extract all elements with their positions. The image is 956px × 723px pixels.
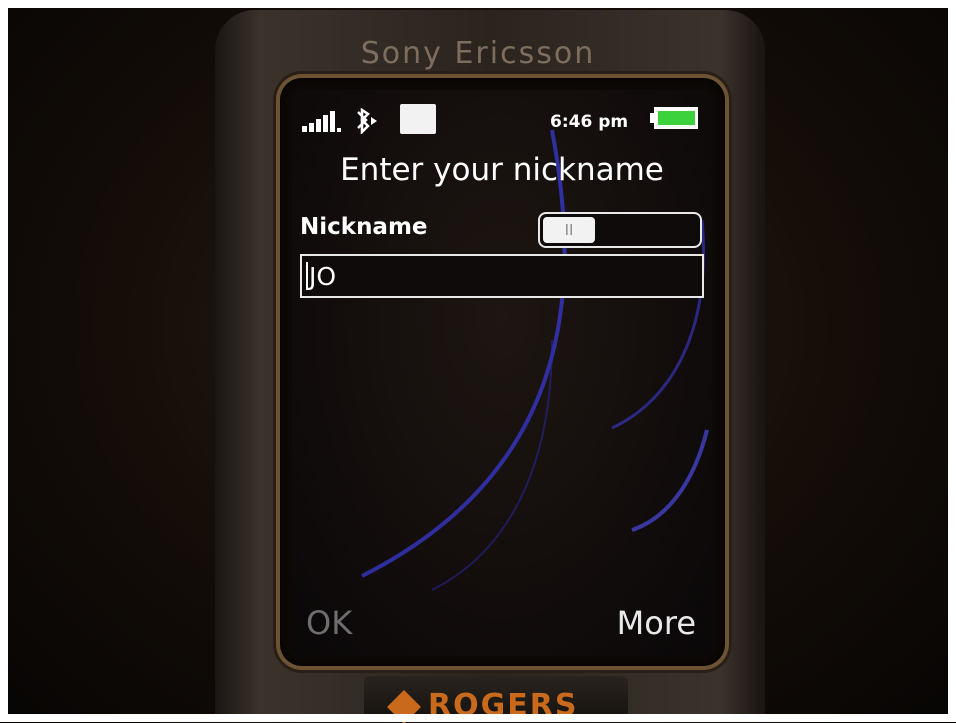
nickname-input[interactable]: JO	[300, 254, 704, 298]
nickname-value: JO	[309, 261, 337, 291]
carrier-logo: ROGERS	[387, 688, 622, 723]
phone-screen: 6:46 pm Enter your nickname Nickname II …	[292, 90, 712, 656]
signal-strength-icon	[302, 111, 341, 132]
carrier-logo-icon	[387, 689, 421, 723]
more-softkey[interactable]: More	[617, 604, 696, 642]
battery-icon	[650, 107, 698, 129]
carrier-name: ROGERS	[428, 688, 579, 723]
text-cursor	[306, 262, 308, 290]
clock: 6:46 pm	[550, 112, 629, 132]
ok-softkey[interactable]: OK	[306, 604, 352, 642]
status-bar: 6:46 pm	[292, 90, 712, 140]
nickname-label: Nickname	[300, 214, 428, 240]
operator-icon	[400, 104, 436, 134]
input-mode-indicator: II	[543, 217, 595, 243]
bluetooth-icon	[357, 108, 377, 134]
screen-title: Enter your nickname	[340, 152, 664, 188]
input-mode-toggle[interactable]: II	[538, 212, 702, 248]
brand-logo: Sony Ericsson	[360, 36, 596, 71]
